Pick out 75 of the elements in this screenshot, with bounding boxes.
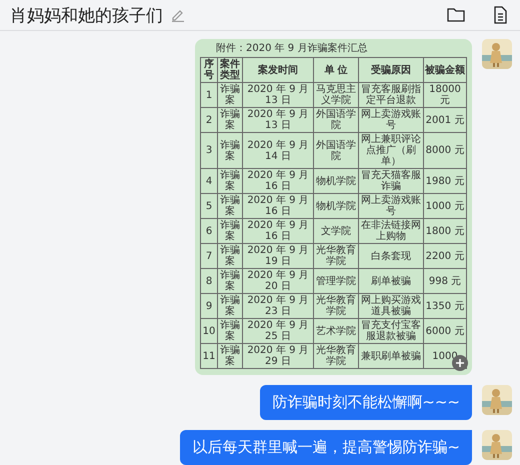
table-cell: 1350 元 [424,294,466,318]
table-cell: 诈骗案 [218,82,242,108]
table-cell: 网上卖游戏账号 [358,108,424,132]
table-cell: 1980 元 [424,168,466,194]
table-cell: 2 [200,108,218,132]
table-cell: 3 [200,132,218,168]
table-cell: 光华教育学院 [314,244,358,268]
table-cell: 10 [200,318,218,344]
table-cell: 马克思主义学院 [314,82,358,108]
table-cell: 6000 元 [424,318,466,344]
table-cell: 白条套现 [358,244,424,268]
table-cell: 2001 元 [424,108,466,132]
table-cell: 诈骗案 [218,218,242,244]
table-cell: 冒充客服刷指定平台退款 [358,82,424,108]
table-cell: 艺术学院 [314,318,358,344]
table-cell: 光华教育学院 [314,344,358,368]
table-cell: 诈骗案 [218,194,242,218]
table-cell: 冒充支付宝客服退款被骗 [358,318,424,344]
column-header: 单 位 [314,58,358,82]
table-cell: 2020 年 9 月 13 日 [242,108,314,132]
table-cell: 2020 年 9 月 14 日 [242,132,314,168]
table-cell: 刷单被骗 [358,268,424,294]
table-cell: 物机学院 [314,194,358,218]
table-cell: 管理学院 [314,268,358,294]
chat-title: 肖妈妈和她的孩子们 [10,4,163,26]
table-cell: 诈骗案 [218,244,242,268]
table-cell: 诈骗案 [218,294,242,318]
table-cell: 11 [200,344,218,368]
table-cell: 998 元 [424,268,466,294]
table-cell: 18000 元 [424,82,466,108]
column-header: 被骗金额 [424,58,466,82]
table-cell: 2020 年 9 月 13 日 [242,82,314,108]
table-cell: 诈骗案 [218,168,242,194]
table-cell: 2020 年 9 月 16 日 [242,194,314,218]
table-cell: 2020 年 9 月 16 日 [242,168,314,194]
table-cell: 诈骗案 [218,344,242,368]
column-header: 序号 [200,58,218,82]
table-cell: 网上卖游戏账号 [358,194,424,218]
table-cell: 2020 年 9 月 23 日 [242,294,314,318]
table-cell: 物机学院 [314,168,358,194]
table-cell: 网上购买游戏道具被骗 [358,294,424,318]
table-cell: 冒充天猫客服诈骗 [358,168,424,194]
table-cell: 8 [200,268,218,294]
column-header: 案发时间 [242,58,314,82]
table-cell: 兼职刷单被骗 [358,344,424,368]
table-cell: 2020 年 9 月 20 日 [242,268,314,294]
message-bubble: 以后每天群里喊一遍，提高警惕防诈骗~ [180,430,472,465]
table-cell: 2200 元 [424,244,466,268]
message-bubble: 防诈骗时刻不能松懈啊~~~ [260,385,472,420]
table-cell: 外国语学院 [314,108,358,132]
table-cell: 文学院 [314,218,358,244]
table-cell: 2020 年 9 月 19 日 [242,244,314,268]
table-cell: 9 [200,294,218,318]
table-cell: 2020 年 9 月 29 日 [242,344,314,368]
table-cell: 网上兼职评论点推广（刷单） [358,132,424,168]
table-cell: 4 [200,168,218,194]
table-cell: 2020 年 9 月 16 日 [242,218,314,244]
table-cell: 外国语学院 [314,132,358,168]
table-cell: 2020 年 9 月 25 日 [242,318,314,344]
column-header: 案件类型 [218,58,242,82]
table-cell: 在非法链接网上购物 [358,218,424,244]
table-cell: 7 [200,244,218,268]
table-cell: 6 [200,218,218,244]
table-cell: 诈骗案 [218,268,242,294]
table-cell: 1800 元 [424,218,466,244]
table-cell: 诈骗案 [218,132,242,168]
table-cell: 8000 元 [424,132,466,168]
table-cell: 5 [200,194,218,218]
table-cell: 诈骗案 [218,318,242,344]
table-cell: 诈骗案 [218,108,242,132]
document-title: 附件：2020 年 9 月诈骗案件汇总 [216,43,368,54]
column-header: 受骗原因 [358,58,424,82]
table-cell: 1000 元 [424,194,466,218]
table-cell: 1 [200,82,218,108]
table-cell: 光华教育学院 [314,294,358,318]
